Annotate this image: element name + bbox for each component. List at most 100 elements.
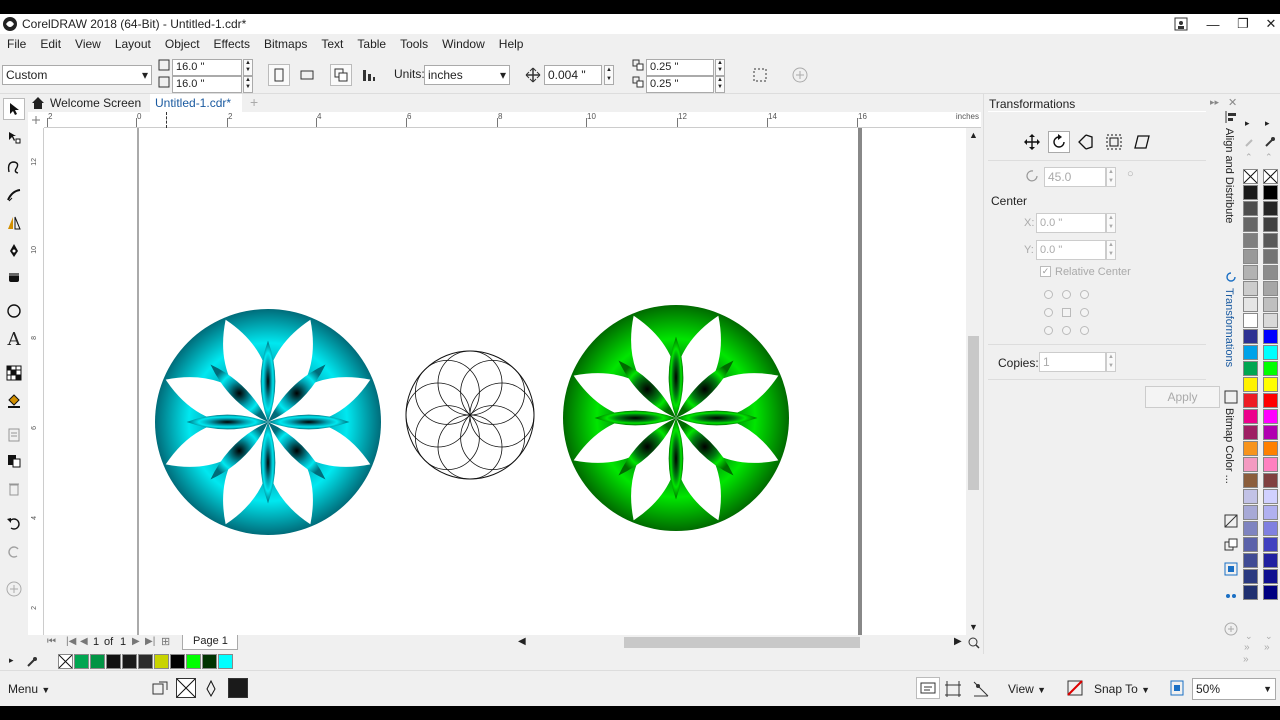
color-swatch[interactable] [1263,361,1278,376]
color-swatch[interactable] [1263,473,1278,488]
width-spinner[interactable]: ▲ ▼ [243,59,253,76]
pattern-tool-icon[interactable] [3,362,25,384]
all-pages-button[interactable] [330,64,352,86]
anchor-point[interactable] [1044,326,1053,335]
color-swatch[interactable] [1263,489,1278,504]
duplicate-x-input[interactable]: 0.25 " [646,59,714,76]
palette-expand-right-icon[interactable]: » [1264,642,1270,653]
anchor-point[interactable] [1044,308,1053,317]
minimize-button[interactable]: — [1198,14,1228,34]
view-menu[interactable]: View ▼ [1008,682,1046,696]
color-swatch[interactable] [1263,537,1278,552]
color-swatch[interactable] [1243,361,1258,376]
menu-layout[interactable]: Layout [108,34,158,54]
color-swatch[interactable] [1243,313,1258,328]
status-menu[interactable]: Menu ▼ [8,682,50,696]
color-swatch[interactable] [1243,425,1258,440]
snap-grid-icon[interactable] [944,680,962,698]
fill-tool-icon[interactable] [3,390,25,412]
docker-tool-1-icon[interactable] [1224,514,1238,528]
undo-icon[interactable] [3,512,25,534]
center-x-input[interactable]: 0.0 " [1036,213,1106,233]
palette-options-icon[interactable]: ▸ [1265,118,1270,129]
vertical-scroll-thumb[interactable] [968,336,979,490]
eraser-tool-icon[interactable] [3,266,25,288]
center-y-input[interactable]: 0.0 " [1036,240,1106,260]
paste-icon[interactable] [3,450,25,472]
zoom-level-select[interactable]: 50% ▼ [1192,678,1276,700]
color-swatch[interactable] [1243,473,1258,488]
artistic-media-icon[interactable] [3,184,25,206]
eyedropper-gray-icon[interactable] [1244,136,1256,148]
palette-down-right-icon[interactable]: ⌄ [1265,631,1273,642]
units-select[interactable]: inches ▾ [424,65,510,85]
color-swatch[interactable] [1243,297,1258,312]
ellipse-tool-icon[interactable] [3,300,25,322]
anchor-point[interactable] [1044,290,1053,299]
pick-tool-icon[interactable] [3,98,25,120]
copies-input[interactable]: 1 [1039,352,1106,372]
color-swatch[interactable] [1243,185,1258,200]
color-swatch[interactable] [1263,393,1278,408]
menu-tools[interactable]: Tools [393,34,435,54]
color-swatch[interactable] [1243,345,1258,360]
color-swatch[interactable] [1263,345,1278,360]
tab-transformations[interactable]: Transformations [1223,288,1235,367]
add-page-icon[interactable]: ⊞ [161,635,170,648]
page-frame-icon[interactable] [752,67,768,83]
scroll-left-icon[interactable]: ◀ [518,636,526,647]
relative-center-checkbox[interactable]: ✓ [1040,266,1051,277]
dup-y-spinner[interactable]: ▲ ▼ [715,76,725,93]
color-swatch[interactable] [1263,201,1278,216]
color-swatch[interactable] [1243,281,1258,296]
angle-spinner[interactable]: ▲ ▼ [1106,167,1116,187]
green-flower-shape[interactable] [563,305,789,531]
doc-palette-expand-icon[interactable]: » [1243,654,1249,665]
doc-color-swatch[interactable] [122,654,137,669]
freehand-tool-icon[interactable] [3,156,25,178]
skew-transform-icon[interactable] [1132,132,1152,152]
doc-color-swatch[interactable] [218,654,233,669]
color-swatch[interactable] [1243,441,1258,456]
drawing-canvas[interactable] [44,128,966,635]
color-swatch[interactable] [1243,233,1258,248]
color-swatch[interactable] [1263,457,1278,472]
page-size-select[interactable]: Custom ▾ [2,65,152,85]
doc-color-swatch[interactable] [90,654,105,669]
menu-bitmaps[interactable]: Bitmaps [257,34,314,54]
snap-object-button[interactable] [916,677,940,699]
color-swatch[interactable] [1263,425,1278,440]
color-swatch[interactable] [1263,297,1278,312]
copy-properties-icon[interactable] [3,424,25,446]
color-swatch[interactable] [1263,377,1278,392]
color-swatch[interactable] [1263,441,1278,456]
palette-expand-left-icon[interactable]: » [1244,642,1250,653]
nudge-spinner[interactable]: ▲ ▼ [604,65,614,85]
anchor-point[interactable] [1062,326,1071,335]
doc-color-swatch[interactable] [186,654,201,669]
color-swatch[interactable] [1263,313,1278,328]
outline-pen-icon[interactable] [204,680,218,698]
color-swatch[interactable] [1263,521,1278,536]
apply-button[interactable]: Apply [1145,386,1220,408]
color-swatch[interactable] [1263,249,1278,264]
color-swatch[interactable] [1243,505,1258,520]
color-swatch[interactable] [1243,585,1258,600]
color-swatch[interactable] [1243,249,1258,264]
doc-color-swatch[interactable] [138,654,153,669]
menu-view[interactable]: View [68,34,108,54]
first-page-icon[interactable]: ⏮ [47,636,56,647]
scroll-right-icon[interactable]: ▶ [954,636,962,647]
menu-help[interactable]: Help [492,34,531,54]
color-swatch[interactable] [1263,569,1278,584]
horizontal-scroll-thumb[interactable] [624,637,860,648]
color-swatch[interactable] [1263,265,1278,280]
delete-icon[interactable] [3,478,25,500]
restore-button[interactable]: ❐ [1228,14,1258,34]
palette-down-left-icon[interactable]: ⌄ [1245,631,1253,642]
landscape-button[interactable] [296,64,318,86]
menu-object[interactable]: Object [158,34,207,54]
tab-bitmap-color[interactable]: Bitmap Color ... [1223,408,1235,484]
mirror-tool-icon[interactable] [3,212,25,234]
anchor-point-grid[interactable] [1042,288,1102,335]
